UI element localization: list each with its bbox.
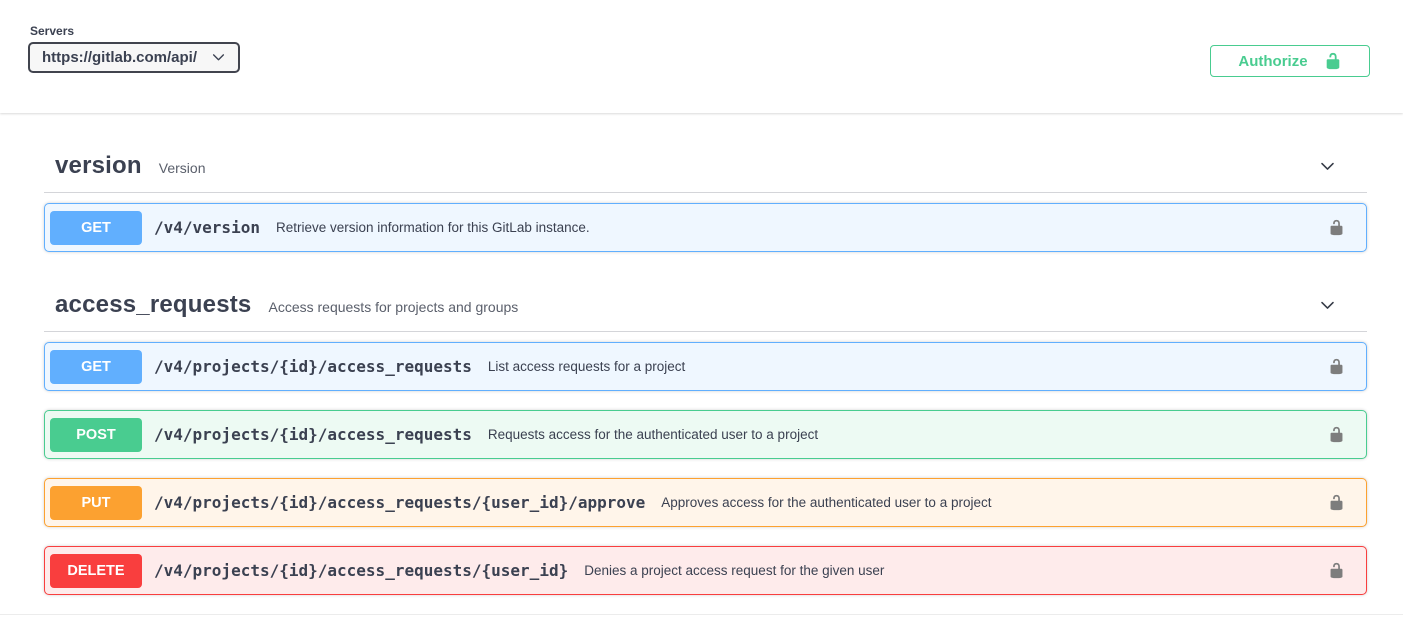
servers-label: Servers: [28, 24, 240, 38]
section-title: version: [55, 152, 142, 180]
endpoint-path: /v4/version: [154, 218, 260, 237]
authorize-label: Authorize: [1238, 53, 1307, 70]
endpoint-list: GET /v4/version Retrieve version informa…: [44, 193, 1367, 252]
endpoint-path: /v4/projects/{id}/access_requests: [154, 425, 472, 444]
api-section: version Version GET /v4/version Retrieve…: [44, 152, 1367, 252]
authorize-button[interactable]: Authorize: [1210, 45, 1370, 77]
unlock-icon: [1328, 426, 1345, 443]
endpoint-auth-button[interactable]: [1328, 494, 1345, 511]
section-description: Access requests for projects and groups: [268, 299, 518, 315]
endpoint-auth-button[interactable]: [1328, 358, 1345, 375]
endpoint-auth-button[interactable]: [1328, 426, 1345, 443]
unlock-icon: [1328, 494, 1345, 511]
server-select-value: https://gitlab.com/api/: [42, 49, 197, 66]
method-badge: DELETE: [50, 554, 142, 588]
endpoint-path: /v4/projects/{id}/access_requests: [154, 357, 472, 376]
servers-block: Servers https://gitlab.com/api/: [28, 24, 240, 73]
method-badge: POST: [50, 418, 142, 452]
collapse-section-button[interactable]: [1316, 297, 1339, 314]
endpoint-path: /v4/projects/{id}/access_requests/{user_…: [154, 493, 645, 512]
endpoint-description: Requests access for the authenticated us…: [488, 427, 1328, 442]
endpoint-auth-button[interactable]: [1328, 562, 1345, 579]
endpoint-description: Denies a project access request for the …: [584, 563, 1328, 578]
endpoint-description: List access requests for a project: [488, 359, 1328, 374]
method-badge: GET: [50, 211, 142, 245]
endpoint-description: Approves access for the authenticated us…: [661, 495, 1328, 510]
chevron-down-icon: [1316, 158, 1339, 175]
unlock-icon: [1328, 562, 1345, 579]
api-sections: version Version GET /v4/version Retrieve…: [0, 152, 1403, 595]
unlock-icon: [1328, 219, 1345, 236]
endpoint-row[interactable]: PUT /v4/projects/{id}/access_requests/{u…: [44, 478, 1367, 527]
chevron-down-icon: [211, 50, 226, 65]
scheme-container: Servers https://gitlab.com/api/ Authoriz…: [0, 0, 1403, 113]
server-select[interactable]: https://gitlab.com/api/: [28, 42, 240, 73]
endpoint-auth-button[interactable]: [1328, 219, 1345, 236]
section-title: access_requests: [55, 291, 251, 319]
api-section: access_requests Access requests for proj…: [44, 291, 1367, 595]
section-divider: [0, 614, 1403, 615]
unlock-icon: [1324, 52, 1342, 70]
endpoint-row[interactable]: DELETE /v4/projects/{id}/access_requests…: [44, 546, 1367, 595]
unlock-icon: [1328, 358, 1345, 375]
section-header[interactable]: version Version: [44, 152, 1367, 193]
endpoint-list: GET /v4/projects/{id}/access_requests Li…: [44, 332, 1367, 595]
section-header[interactable]: access_requests Access requests for proj…: [44, 291, 1367, 332]
endpoint-path: /v4/projects/{id}/access_requests/{user_…: [154, 561, 568, 580]
method-badge: GET: [50, 350, 142, 384]
endpoint-row[interactable]: GET /v4/projects/{id}/access_requests Li…: [44, 342, 1367, 391]
collapse-section-button[interactable]: [1316, 158, 1339, 175]
endpoint-row[interactable]: GET /v4/version Retrieve version informa…: [44, 203, 1367, 252]
endpoint-row[interactable]: POST /v4/projects/{id}/access_requests R…: [44, 410, 1367, 459]
section-description: Version: [159, 160, 206, 176]
chevron-down-icon: [1316, 297, 1339, 314]
method-badge: PUT: [50, 486, 142, 520]
endpoint-description: Retrieve version information for this Gi…: [276, 220, 1328, 235]
